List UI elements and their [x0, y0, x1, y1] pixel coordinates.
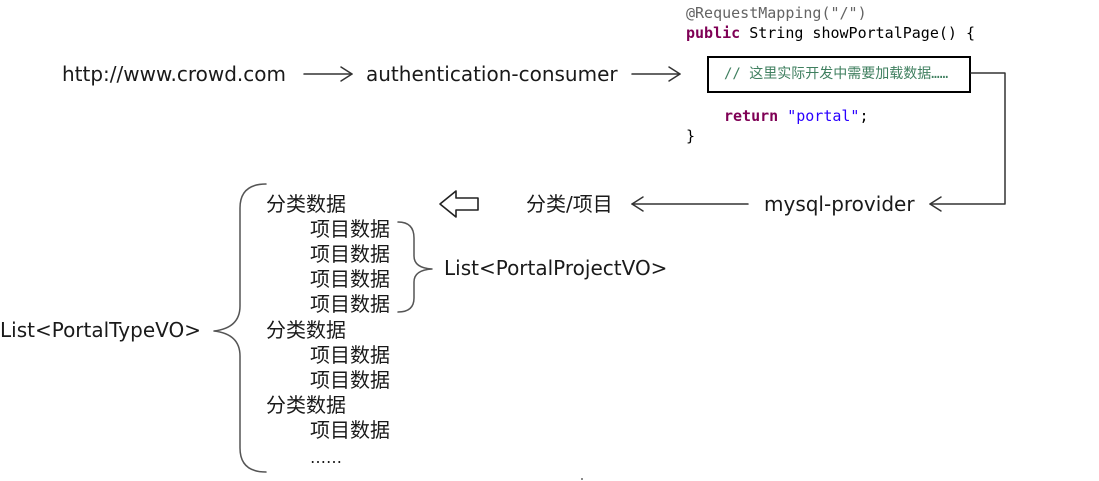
- hollow-left-arrow: [439, 190, 479, 218]
- outer-curly-brace: [213, 183, 267, 473]
- diagram-connectors: [213, 66, 1006, 480]
- inner-curly-brace: [397, 221, 433, 313]
- stray-dot: [581, 478, 583, 480]
- arrow-consumer-to-code: [631, 66, 681, 82]
- arrow-provider-to-category: [631, 196, 749, 212]
- arrow-url-to-consumer: [303, 66, 353, 82]
- connector-code-to-provider: [929, 72, 1006, 212]
